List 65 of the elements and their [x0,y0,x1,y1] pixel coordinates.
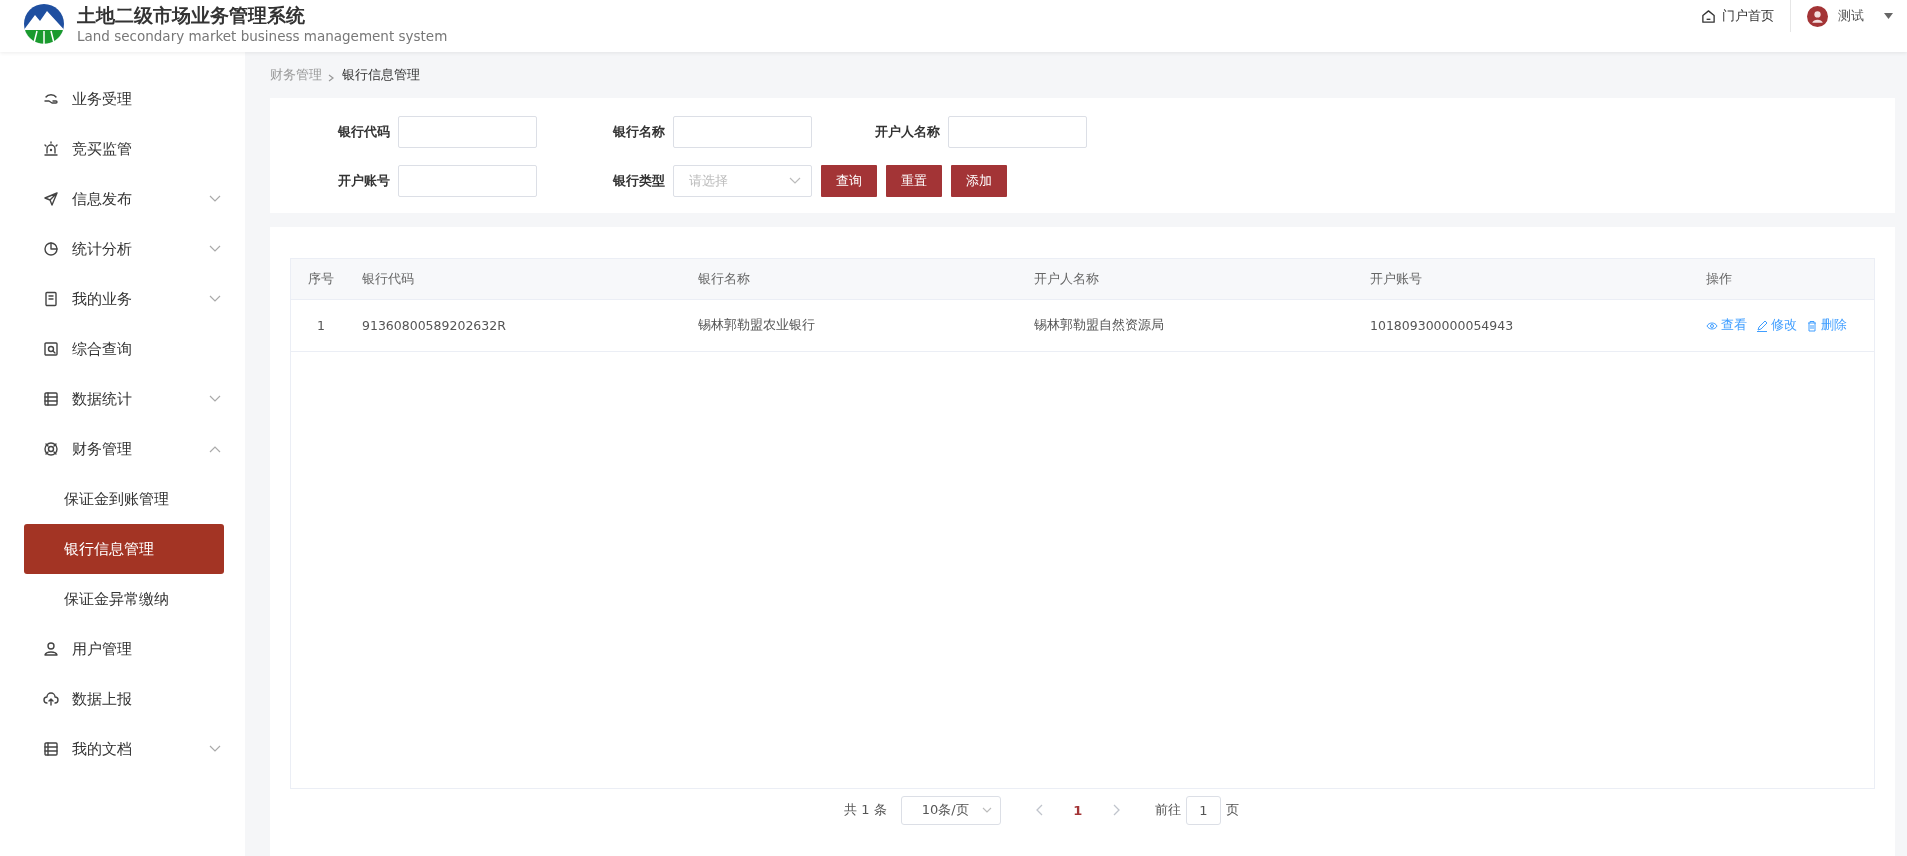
total-count: 共 1 条 [844,801,887,819]
table-cell: 1 [291,299,351,352]
action-button[interactable]: 添加 [951,165,1007,197]
column-header: 银行代码 [351,259,687,300]
menu-item[interactable]: 统计分析 [0,224,245,274]
input-field[interactable] [398,116,537,148]
table-cell: 锡林郭勒盟农业银行 [687,299,1023,352]
menu-item[interactable]: 竞买监管 [0,124,245,174]
menu-item[interactable]: 我的文档 [0,724,245,774]
page-size-select[interactable]: 10条/页 [900,795,1001,825]
paper-plane-icon [43,191,59,207]
field-label: 开户账号 [337,172,390,190]
table-icon [43,741,59,757]
action-button[interactable]: 重置 [886,165,942,197]
field-label: 银行代码 [336,123,390,141]
table-icon [43,391,59,407]
eye-icon [1706,319,1718,332]
column-header: 序号 [291,259,351,300]
submenu-item[interactable]: 银行信息管理 [24,524,224,574]
menu-item[interactable]: 综合查询 [0,324,245,374]
input-field[interactable] [398,165,537,197]
document-icon [43,291,59,307]
avatar [1807,5,1828,27]
breadcrumb-item: 银行信息管理 [342,66,420,84]
column-header: 开户人名称 [1023,259,1359,300]
column-header: 开户账号 [1359,259,1695,300]
app-subtitle: Land secondary market business management system [77,27,448,45]
user-name[interactable]: 测试 [1838,7,1864,25]
menu-item[interactable]: 我的业务 [0,274,245,324]
page-input[interactable]: 1 [1185,795,1221,825]
field-label: 银行类型 [611,172,665,190]
page-suffix: 页 [1225,801,1239,819]
menu-item[interactable]: 数据统计 [0,374,245,424]
table-cell: 锡林郭勒盟自然资源局 [1023,299,1359,352]
table-cell: 101809300000054943 [1359,299,1695,352]
column-header: 银行名称 [687,259,1023,300]
pencil-icon [1756,319,1768,332]
menu-item[interactable]: 数据上报 [0,674,245,724]
field-label: 银行名称 [611,123,665,141]
user-icon [43,641,59,657]
field-label: 开户人名称 [874,123,940,141]
logo [23,3,65,45]
goto-label: 前往 [1154,801,1181,819]
menu-item[interactable]: 业务受理 [0,74,245,124]
chevron-down-icon [981,806,992,814]
input-field[interactable] [673,116,812,148]
page-number[interactable]: 1 [1065,802,1090,818]
menu-item[interactable]: 信息发布 [0,174,245,224]
siren-icon [43,141,59,157]
menu-item[interactable]: 财务管理 [0,424,245,474]
search-icon [43,341,59,357]
input-field[interactable] [948,116,1087,148]
portal-link[interactable]: 门户首页 [1701,0,1791,32]
menu-item[interactable]: 用户管理 [0,624,245,674]
caret-icon [1884,13,1893,19]
chevron-down-icon [789,177,801,185]
app-title: 土地二级市场业务管理系统 [77,3,306,27]
column-header: 操作 [1695,259,1874,300]
upload-icon [43,691,59,707]
pie-chart-icon [43,241,59,257]
table-cell: 91360800589202632R [351,299,687,352]
action-button[interactable]: 查询 [821,165,877,197]
trash-icon [1806,319,1818,332]
submenu-item[interactable]: 保证金到账管理 [24,474,224,524]
submenu-item[interactable]: 保证金异常缴纳 [24,574,224,624]
